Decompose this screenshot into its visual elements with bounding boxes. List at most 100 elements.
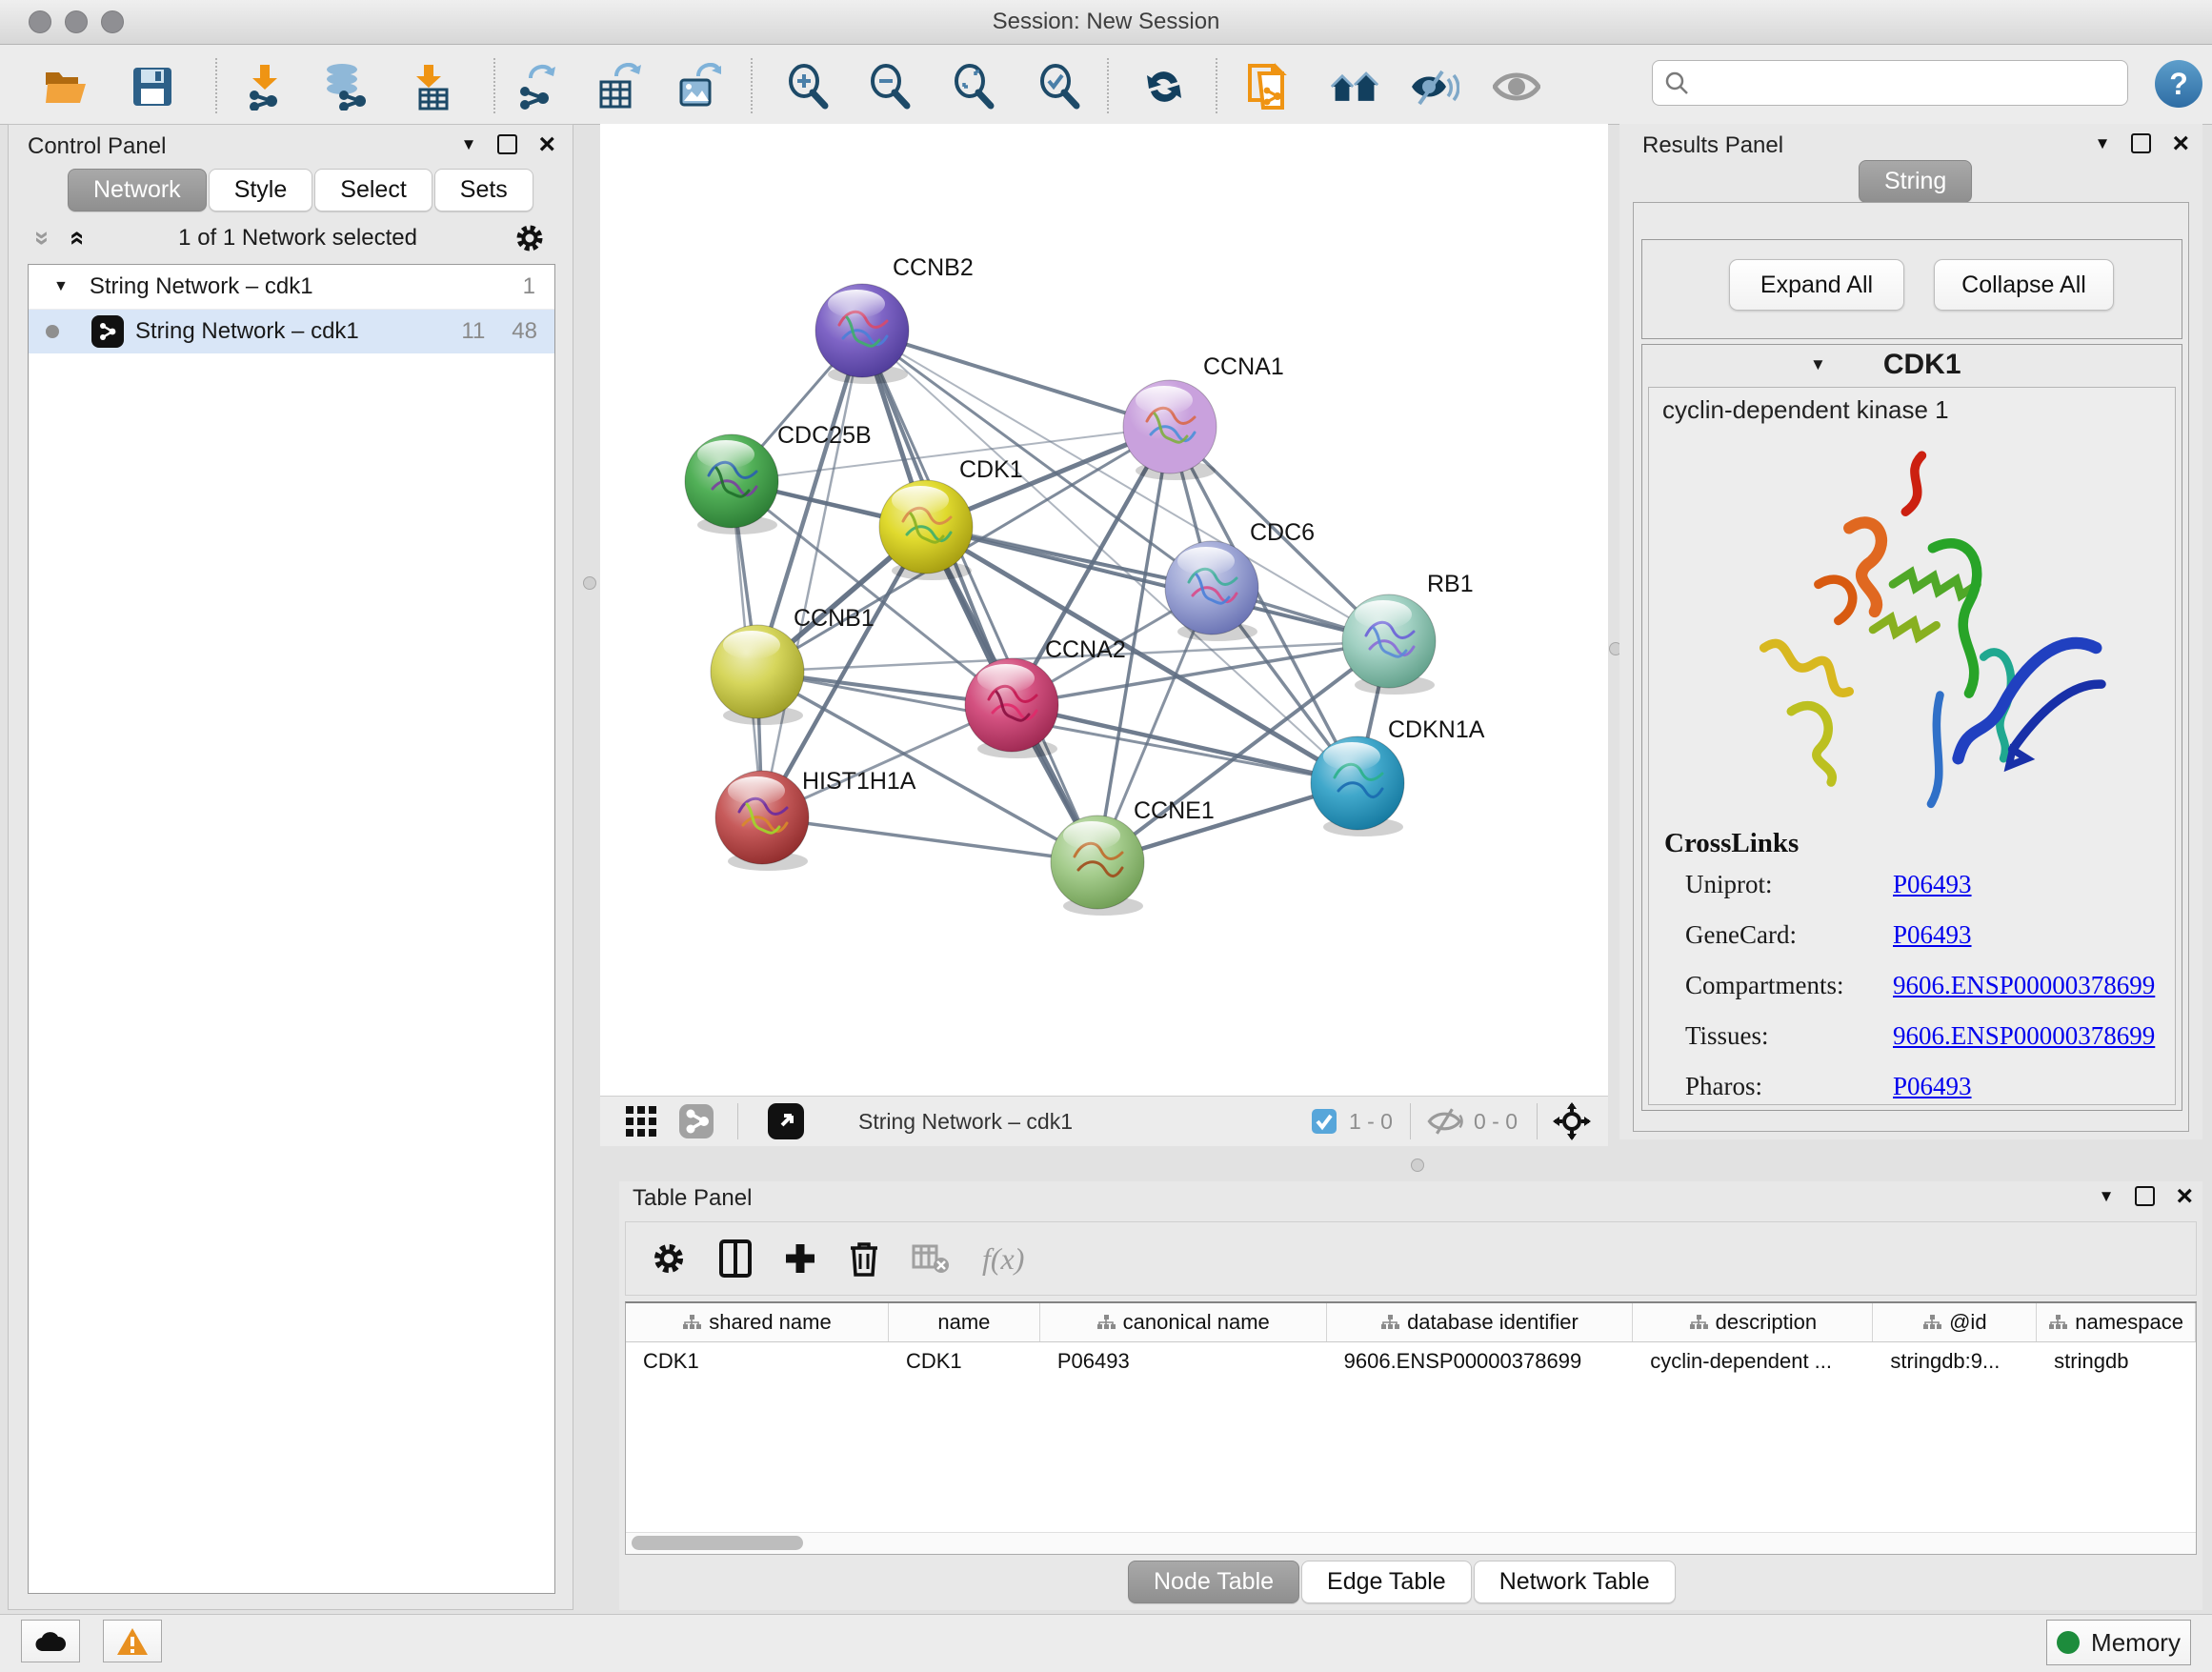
hide-glyphs-icon[interactable]: [1410, 62, 1459, 111]
search-input[interactable]: [1697, 70, 2127, 96]
panel-float-menu-icon[interactable]: ▼: [2095, 134, 2111, 153]
table-cell[interactable]: CDK1: [889, 1342, 1040, 1380]
tab-node-table[interactable]: Node Table: [1128, 1561, 1299, 1603]
panel-close-icon[interactable]: ×: [2172, 134, 2189, 153]
network-canvas[interactable]: CCNB2CCNA1CDC25BCDK1CDC6RB1CCNB1CCNA2CDK…: [600, 124, 1608, 1096]
crosslink-link[interactable]: P06493: [1893, 920, 1972, 950]
network-list-view-icon[interactable]: [678, 1103, 714, 1139]
help-button[interactable]: ?: [2155, 60, 2202, 108]
memory-button[interactable]: Memory: [2046, 1620, 2191, 1665]
panel-close-icon[interactable]: ×: [538, 135, 555, 154]
panel-float-icon[interactable]: [497, 134, 517, 154]
zoom-selected-icon[interactable]: [1035, 62, 1084, 111]
expand-all-button[interactable]: Expand All: [1729, 259, 1904, 311]
node-HIST1H1A[interactable]: HIST1H1A: [715, 768, 916, 871]
add-column-icon[interactable]: [784, 1242, 816, 1275]
zoom-out-icon[interactable]: [865, 62, 915, 111]
tab-network[interactable]: Network: [68, 169, 207, 212]
column-header-name[interactable]: name: [889, 1303, 1040, 1341]
node-RB1[interactable]: RB1: [1342, 571, 1474, 695]
expand-all-networks-icon[interactable]: »: [59, 231, 90, 246]
fit-selected-crosshair-icon[interactable]: [1553, 1102, 1591, 1140]
edge-CCNA2-CDKN1A[interactable]: [1012, 705, 1357, 783]
cloud-services-button[interactable]: [21, 1620, 80, 1662]
edge-CDK1-RB1[interactable]: [926, 527, 1389, 641]
import-network-database-icon[interactable]: [320, 62, 370, 111]
network-view-toolbar: String Network – cdk1 1 - 0 0 - 0: [600, 1096, 1608, 1146]
column-header-shared-name[interactable]: shared name: [626, 1303, 889, 1341]
tab-style[interactable]: Style: [209, 169, 313, 212]
crosslink-link[interactable]: P06493: [1893, 870, 1972, 899]
collection-expand-icon[interactable]: ▼: [53, 278, 69, 295]
crosslink-link[interactable]: P06493: [1893, 1072, 1972, 1101]
node-CDK1[interactable]: CDK1: [879, 456, 1023, 580]
clone-network-icon[interactable]: [1244, 62, 1294, 111]
column-header-namespace[interactable]: namespace: [2037, 1303, 2196, 1341]
birds-eye-view-icon[interactable]: [767, 1102, 805, 1140]
column-header-description[interactable]: description: [1633, 1303, 1873, 1341]
network-node-count: 11: [461, 318, 485, 345]
crosslink-row: Pharos:P06493: [1685, 1072, 2162, 1101]
string-network-graph[interactable]: CCNB2CCNA1CDC25BCDK1CDC6RB1CCNB1CCNA2CDK…: [600, 124, 1608, 1096]
tab-select[interactable]: Select: [314, 169, 432, 212]
table-cell[interactable]: CDK1: [626, 1342, 889, 1380]
import-network-file-icon[interactable]: [240, 62, 290, 111]
node-CDKN1A[interactable]: CDKN1A: [1311, 716, 1485, 836]
edge-CCNB2-CCNA1[interactable]: [862, 331, 1170, 427]
refresh-icon[interactable]: [1139, 62, 1189, 111]
panel-float-icon[interactable]: [2131, 133, 2151, 153]
column-header--id[interactable]: @id: [1873, 1303, 2037, 1341]
panel-float-menu-icon[interactable]: ▼: [2099, 1187, 2115, 1206]
tab-network-table[interactable]: Network Table: [1474, 1561, 1676, 1603]
bottom-splitter-handle[interactable]: [1411, 1158, 1424, 1172]
selected-checkbox-icon[interactable]: [1311, 1108, 1337, 1135]
zoom-in-icon[interactable]: [783, 62, 833, 111]
network-options-gear-icon[interactable]: [513, 222, 546, 254]
export-network-icon[interactable]: [511, 62, 560, 111]
export-table-icon[interactable]: [593, 62, 642, 111]
crosslink-link[interactable]: 9606.ENSP00000378699: [1893, 1021, 2155, 1051]
delete-column-icon[interactable]: [849, 1240, 879, 1277]
memory-label: Memory: [2091, 1628, 2181, 1658]
edge-HIST1H1A-CCNE1[interactable]: [762, 817, 1097, 862]
main-toolbar: ?: [0, 45, 2212, 125]
save-session-icon[interactable]: [128, 62, 177, 111]
protein-collapse-icon[interactable]: ▼: [1810, 355, 1826, 374]
table-cell[interactable]: 9606.ENSP00000378699: [1327, 1342, 1634, 1380]
crosslink-link[interactable]: 9606.ENSP00000378699: [1893, 971, 2155, 1000]
panel-float-menu-icon[interactable]: ▼: [461, 135, 477, 154]
table-hscrollbar[interactable]: [626, 1532, 2196, 1554]
node-CDC6[interactable]: CDC6: [1165, 519, 1315, 641]
export-image-icon[interactable]: [673, 62, 722, 111]
tab-sets[interactable]: Sets: [434, 169, 533, 212]
panel-float-icon[interactable]: [2135, 1186, 2155, 1206]
left-splitter-handle[interactable]: [583, 576, 596, 590]
table-options-gear-icon[interactable]: [651, 1240, 687, 1277]
search-box[interactable]: [1652, 60, 2128, 106]
hscrollbar-thumb[interactable]: [632, 1536, 803, 1550]
table-cell[interactable]: P06493: [1040, 1342, 1327, 1380]
column-header-database-identifier[interactable]: database identifier: [1327, 1303, 1634, 1341]
open-session-icon[interactable]: [42, 62, 91, 111]
zoom-fit-icon[interactable]: [949, 62, 998, 111]
network-collection-row[interactable]: ▼ String Network – cdk1 1: [29, 265, 554, 310]
table-cell[interactable]: cyclin-dependent ...: [1633, 1342, 1873, 1380]
collapse-all-networks-icon[interactable]: »: [28, 231, 58, 246]
grid-view-icon[interactable]: [625, 1105, 657, 1138]
table-cell[interactable]: stringdb: [2037, 1342, 2196, 1380]
table-row[interactable]: CDK1CDK1P064939606.ENSP00000378699cyclin…: [626, 1342, 2196, 1380]
warnings-button[interactable]: [103, 1620, 162, 1662]
node-CCNB2[interactable]: CCNB2: [815, 254, 974, 384]
show-glyphs-icon[interactable]: [1492, 62, 1541, 111]
protein-section-header[interactable]: ▼ CDK1: [1642, 345, 2182, 385]
table-cell[interactable]: stringdb:9...: [1873, 1342, 2037, 1380]
column-header-canonical-name[interactable]: canonical name: [1040, 1303, 1327, 1341]
tab-edge-table[interactable]: Edge Table: [1301, 1561, 1472, 1603]
tab-string[interactable]: String: [1859, 160, 1972, 203]
panel-close-icon[interactable]: ×: [2176, 1187, 2193, 1206]
string-home-icon[interactable]: [1330, 62, 1379, 111]
collapse-all-button[interactable]: Collapse All: [1934, 259, 2114, 311]
import-table-icon[interactable]: [404, 62, 453, 111]
network-row[interactable]: String Network – cdk1 11 48: [29, 310, 554, 353]
show-columns-icon[interactable]: [719, 1239, 752, 1278]
